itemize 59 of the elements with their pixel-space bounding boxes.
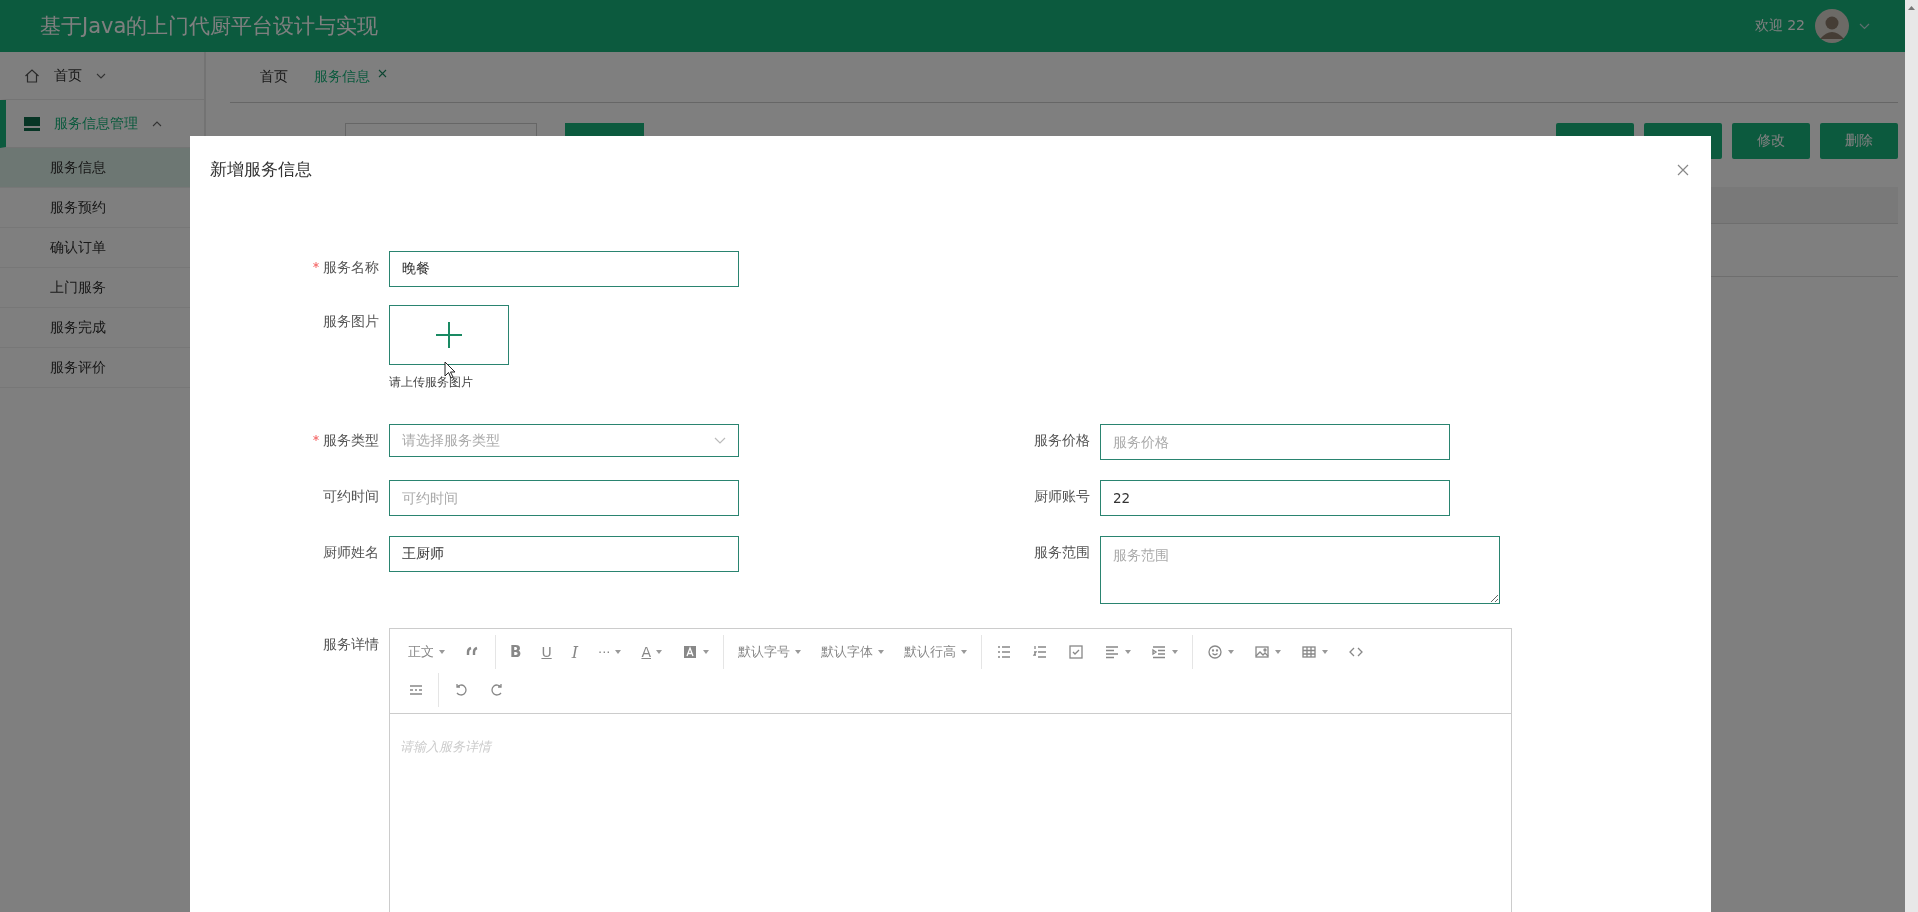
welcome-text: 欢迎 22 (1754, 17, 1805, 35)
numbered-list-icon[interactable] (1032, 644, 1048, 660)
indent-icon[interactable] (1151, 644, 1167, 660)
input-field[interactable]: 可约时间 (389, 480, 739, 516)
textarea-field[interactable]: 服务范围 (1100, 536, 1500, 604)
align-icon[interactable] (1104, 644, 1120, 660)
field-label: 可约时间 (323, 488, 379, 506)
field-label: 服务名称 (323, 259, 379, 277)
font-family-dropdown[interactable]: 默认字体 (821, 643, 873, 661)
avatar-icon[interactable] (1815, 9, 1849, 43)
input-field[interactable]: 服务价格 (1100, 424, 1450, 460)
plus-icon (436, 322, 462, 348)
required-asterisk-icon (313, 432, 319, 441)
image-icon[interactable] (1254, 644, 1270, 660)
dialog-title: 新增服务信息 (210, 158, 312, 181)
field-label: 服务价格 (1034, 432, 1090, 450)
chevron-down-icon (714, 436, 726, 445)
style-dropdown[interactable]: 正文 (408, 643, 434, 661)
monitor-icon (24, 116, 40, 131)
input-field[interactable]: 晚餐 (389, 251, 739, 287)
line-height-dropdown[interactable]: 默认行高 (904, 643, 956, 661)
close-icon[interactable] (378, 68, 387, 78)
chevron-up-icon (152, 120, 162, 127)
chevron-down-icon (96, 72, 106, 79)
select-field[interactable]: 请选择服务类型 (389, 424, 739, 457)
underline-button[interactable]: U (541, 644, 552, 660)
app-title: 基于Java的上门代厨平台设计与实现 (40, 13, 379, 40)
required-asterisk-icon (313, 259, 319, 268)
field-label: 服务类型 (323, 432, 379, 450)
upload-hint: 请上传服务图片 (389, 375, 474, 390)
field-label: 厨师账号 (1034, 488, 1090, 506)
action-button[interactable]: 修改 (1732, 123, 1810, 159)
smiley-icon[interactable] (1207, 644, 1223, 660)
tab[interactable]: 首页 (250, 68, 298, 86)
font-size-dropdown[interactable]: 默认字号 (738, 643, 790, 661)
field-label: 服务图片 (323, 313, 379, 331)
table-icon[interactable] (1301, 644, 1317, 660)
sidebar-item[interactable]: 首页 (0, 52, 204, 100)
field-label: 服务详情 (323, 636, 379, 654)
home-icon (24, 67, 40, 84)
font-color-button[interactable]: A (641, 644, 651, 660)
italic-button[interactable]: I (571, 642, 578, 662)
redo-icon[interactable] (489, 682, 505, 698)
divider-icon[interactable] (408, 682, 424, 698)
text-background-icon[interactable] (682, 644, 698, 660)
field-label: 服务范围 (1034, 544, 1090, 562)
undo-icon[interactable] (453, 682, 469, 698)
scroll-up-arrow-icon[interactable] (1908, 6, 1915, 10)
field-label: 厨师姓名 (323, 544, 379, 562)
input-field[interactable]: 王厨师 (389, 536, 739, 572)
checkbox-icon[interactable] (1068, 644, 1084, 660)
tab[interactable]: 服务信息 (304, 68, 380, 86)
bullet-list-icon[interactable] (996, 644, 1012, 660)
input-field[interactable]: 22 (1100, 480, 1450, 516)
action-button[interactable]: 删除 (1820, 123, 1898, 159)
more-button[interactable]: ··· (598, 644, 611, 660)
bold-button[interactable]: B (510, 643, 522, 661)
close-icon[interactable] (1677, 163, 1689, 176)
scrollbar[interactable] (1905, 0, 1918, 912)
